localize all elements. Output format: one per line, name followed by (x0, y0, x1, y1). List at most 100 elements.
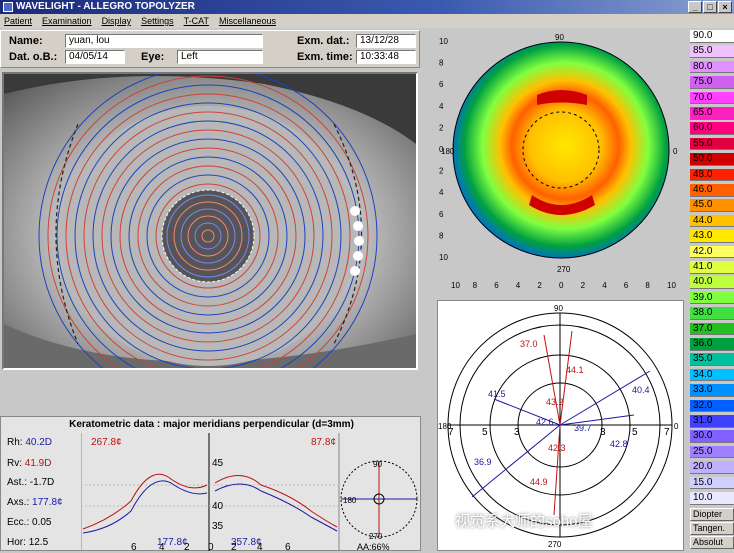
patient-info-panel: Name: yuan, lou Dat. o.B.: 04/05/14 Eye:… (0, 30, 420, 68)
val-44-1: 44.1 (566, 365, 584, 375)
eye-field[interactable]: Left (177, 50, 263, 64)
color-scale: 90.0 85.0 80.0 75.0 70.0 65.0 60.0 55.0 50.0 48.0… (690, 30, 734, 551)
x-tick-0: 0 (208, 542, 214, 551)
val-36-9: 36.9 (474, 457, 492, 467)
map-y-tick: 10 (439, 37, 448, 46)
map-y-tick: 0 (439, 145, 444, 154)
absolute-button[interactable]: Absolut (690, 536, 734, 549)
window-title: WAVELIGHT - ALLEGRO TOPOLYZER (16, 1, 195, 12)
map-x-tick: 8 (473, 281, 478, 290)
scale-step: 75.0 (690, 76, 734, 89)
val-43-2: 43.2 (546, 397, 564, 407)
diag-0: 0 (674, 422, 679, 431)
x-tick-l6: 6 (131, 542, 137, 551)
x-tick-l4: 4 (159, 542, 165, 551)
map-x-tick: 2 (581, 281, 586, 290)
scale-step: 55.0 (690, 137, 734, 151)
topography-map: 90 0 270 180 10 8 6 4 2 0 2 4 6 8 10 10 8 6 4 2 0 2 4 6 8 10 (437, 30, 684, 293)
val-39-7: 39.7 (574, 423, 592, 433)
menu-patient[interactable]: Patient (4, 14, 32, 28)
scale-step: 45.0 (690, 199, 734, 212)
scale-step: 60.0 (690, 122, 734, 135)
scale-step: 30.0 (690, 430, 734, 443)
title-bar: WAVELIGHT - ALLEGRO TOPOLYZER _ □ × (0, 0, 734, 14)
menu-bar: Patient Examination Display Settings T-C… (0, 14, 734, 28)
maximize-button[interactable]: □ (703, 1, 717, 13)
scale-step: 20.0 (690, 461, 734, 474)
close-button[interactable]: × (718, 1, 732, 13)
map-y-tick: 10 (439, 253, 448, 262)
right-graph-top-angle: 87.8¢ (311, 437, 336, 448)
val-42-3: 42.3 (548, 443, 566, 453)
minimize-button[interactable]: _ (688, 1, 702, 13)
keratometric-title: Keratometric data : major meridians perp… (69, 419, 354, 430)
exam-time-field[interactable]: 10:33:48 (356, 50, 416, 64)
dob-label: Dat. o.B.: (9, 51, 58, 63)
scale-step: 39.0 (690, 291, 734, 305)
scale-step: 50.0 (690, 153, 734, 166)
exam-time-label: Exm. time: (297, 51, 353, 63)
exam-date-label: Exm. dat.: (297, 35, 350, 47)
eye-image (2, 72, 418, 370)
scale-step: 43.0 (690, 230, 734, 243)
diopter-button[interactable]: Diopter (690, 508, 734, 521)
x-tick-r6: 6 (285, 542, 291, 551)
app-icon (3, 2, 13, 12)
menu-examination[interactable]: Examination (42, 14, 92, 28)
scale-step: 85.0 (690, 45, 734, 58)
ast-value: -1.7D (29, 477, 55, 488)
ecc-value: 0.05 (32, 517, 52, 528)
name-label: Name: (9, 35, 43, 47)
scale-step: 15.0 (690, 476, 734, 490)
rh-value: 40.2D (25, 437, 53, 448)
scale-step: 35.0 (690, 353, 734, 366)
scale-step: 44.0 (690, 214, 734, 228)
eye-label: Eye: (141, 51, 165, 63)
val-41-5: 41.5 (488, 389, 506, 399)
scale-step: 65.0 (690, 107, 734, 120)
menu-tcat[interactable]: T-CAT (184, 14, 209, 28)
map-x-tick: 0 (559, 281, 564, 290)
small-left: 180 (343, 496, 357, 505)
x-tick-r4: 4 (257, 542, 263, 551)
keratometric-panel: Keratometric data : major meridians perp… (0, 416, 421, 551)
dob-field[interactable]: 04/05/14 (65, 50, 125, 64)
val-40-4: 40.4 (632, 385, 650, 395)
menu-settings[interactable]: Settings (141, 14, 174, 28)
val-37: 37.0 (520, 339, 538, 349)
scale-step: 48.0 (690, 168, 734, 182)
x-tick-l2: 2 (184, 542, 190, 551)
menu-display[interactable]: Display (102, 14, 132, 28)
map-y-tick: 4 (439, 188, 444, 197)
map-x-tick: 4 (602, 281, 607, 290)
ring-7-left: 7 (448, 427, 454, 438)
menu-miscellaneous[interactable]: Miscellaneous (219, 14, 276, 28)
scale-step: 10.0 (690, 492, 734, 505)
map-x-tick: 8 (645, 281, 650, 290)
map-y-tick: 2 (439, 167, 444, 176)
map-x-tick: 4 (516, 281, 521, 290)
rv-label: Rv: (7, 458, 22, 469)
name-field[interactable]: yuan, lou (65, 34, 263, 48)
scale-step: 38.0 (690, 307, 734, 320)
exam-date-field[interactable]: 13/12/28 (356, 34, 416, 48)
map-x-tick: 6 (494, 281, 499, 290)
map-x-tick: 6 (624, 281, 629, 290)
tangential-button[interactable]: Tangen. (690, 522, 734, 535)
scale-step: 41.0 (690, 261, 734, 274)
ring-3-right: 3 (600, 427, 606, 438)
hor-label: Hor: (7, 537, 26, 548)
map-y-tick: 4 (439, 102, 444, 111)
rh-label: Rh: (7, 437, 23, 448)
scale-step: 80.0 (690, 60, 734, 74)
map-x-tick: 10 (451, 281, 460, 290)
scale-step: 33.0 (690, 384, 734, 397)
ast-label: Ast.: (7, 477, 28, 488)
ring-3-left: 3 (514, 427, 520, 438)
diag-90: 90 (554, 304, 563, 313)
ecc-label: Ecc.: (7, 517, 30, 528)
map-x-tick: 10 (667, 281, 676, 290)
diag-270: 270 (548, 540, 562, 549)
val-42-8: 42.8 (610, 439, 628, 449)
small-bottom: 270 (369, 532, 383, 541)
